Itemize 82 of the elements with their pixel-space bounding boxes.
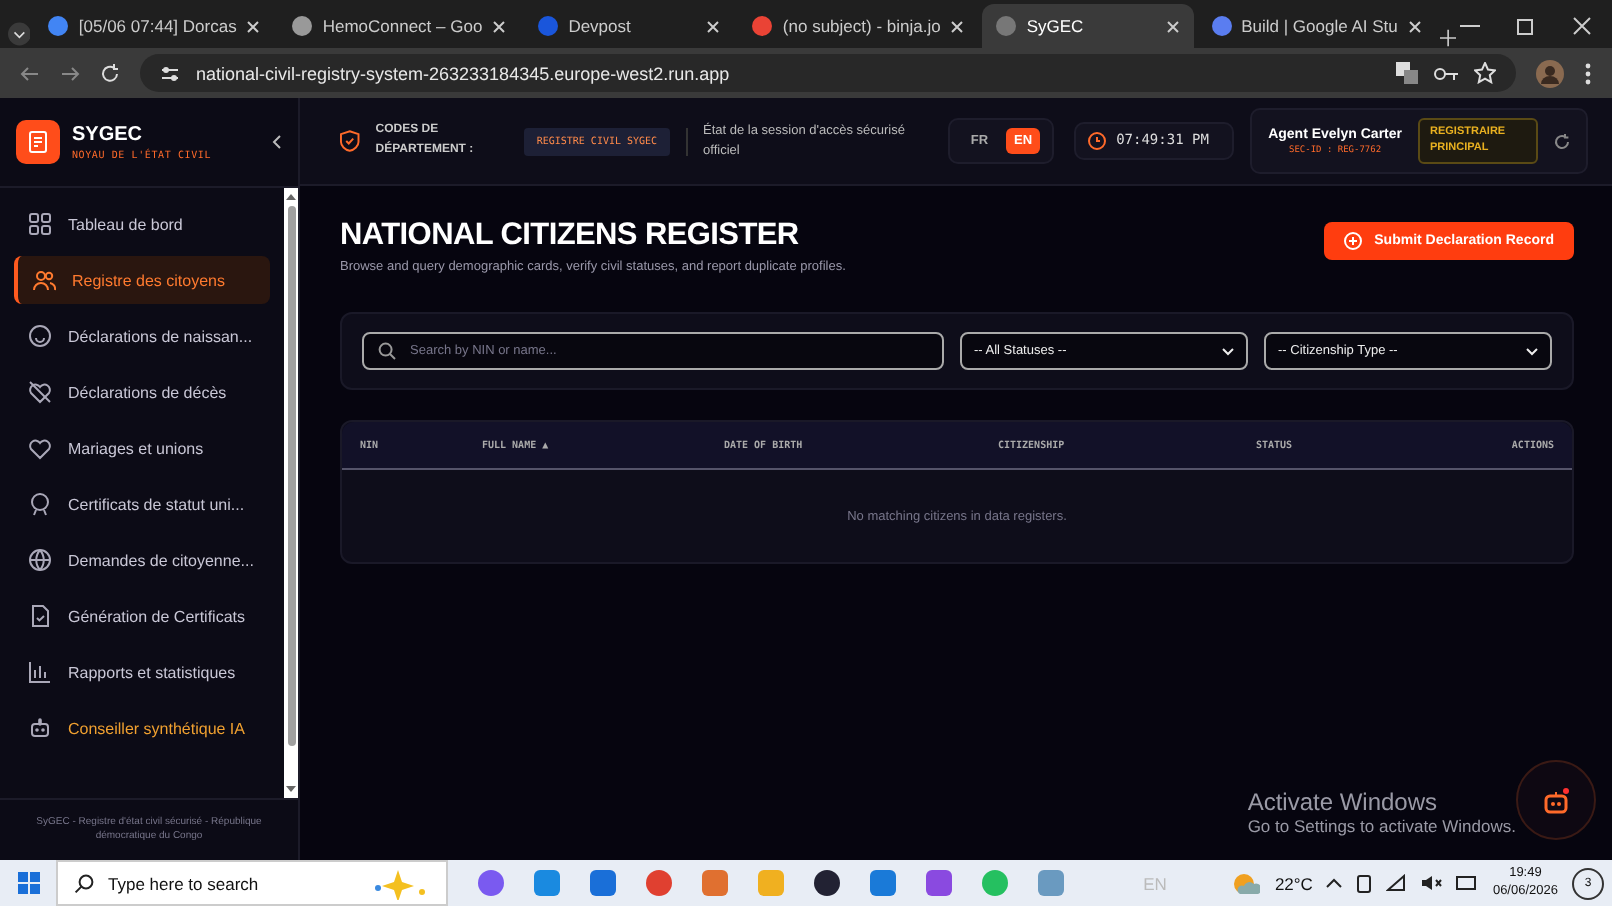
- chevron-down-icon: [1222, 347, 1234, 355]
- people-icon: [32, 268, 56, 292]
- back-icon[interactable]: [20, 63, 40, 83]
- broken-heart-icon: [28, 380, 52, 404]
- bar-chart-icon: [28, 660, 52, 684]
- weather-temperature[interactable]: 22°C: [1274, 873, 1313, 893]
- sidebar-item[interactable]: Génération de Certificats: [14, 592, 270, 640]
- browser-tab[interactable]: Devpost: [524, 4, 735, 48]
- registry-icon: [28, 130, 48, 154]
- sparkle-icon: [370, 867, 430, 899]
- robot-icon: [28, 716, 52, 740]
- page-title: NATIONAL CITIZENS REGISTER: [340, 218, 801, 254]
- activation-title: Activate Windows: [1247, 788, 1440, 816]
- new-tab-icon[interactable]: [1439, 28, 1456, 48]
- sidebar-item[interactable]: Rapports et statistiques: [14, 648, 270, 696]
- browser-tab[interactable]: [05/06 07:44] Dorcas: [34, 4, 275, 48]
- close-icon[interactable]: [246, 19, 261, 33]
- assistant-button[interactable]: [1516, 760, 1596, 840]
- dashboard-icon: [28, 212, 52, 236]
- face-icon: [28, 324, 52, 348]
- sidebar-item[interactable]: Conseiller synthétique IA: [14, 704, 270, 752]
- windows-icon[interactable]: [17, 872, 39, 894]
- shield-icon: [340, 130, 360, 152]
- sidebar-item[interactable]: Registre des citoyens: [14, 256, 270, 304]
- search-icon: [74, 873, 94, 893]
- clock-icon: [1088, 132, 1107, 150]
- site-icon: [996, 16, 1017, 36]
- reload-icon[interactable]: [100, 63, 120, 83]
- search-icon: [378, 342, 396, 360]
- address-bar[interactable]: national-civil-registry-system-263233184345.europe-west2.run.app: [140, 54, 1516, 92]
- site-info-icon[interactable]: [160, 63, 180, 83]
- refresh-icon[interactable]: [1554, 133, 1570, 149]
- more-icon[interactable]: [1584, 61, 1592, 85]
- collapse-icon[interactable]: [270, 134, 282, 150]
- close-icon[interactable]: [1407, 19, 1422, 33]
- sidebar-item[interactable]: Déclarations de naissan...: [14, 312, 270, 360]
- close-icon[interactable]: [1165, 19, 1180, 33]
- sidebar-item[interactable]: Mariages et unions: [14, 424, 270, 472]
- close-icon[interactable]: [492, 19, 507, 33]
- heart-icon: [28, 436, 52, 460]
- forward-icon[interactable]: [60, 63, 80, 83]
- browser-tab[interactable]: (no subject) - binja.jo: [738, 4, 979, 48]
- restore-icon[interactable]: [1516, 16, 1536, 36]
- url-text: national-civil-registry-system-263233184345.europe-west2.run.app: [196, 63, 732, 83]
- sidebar-item[interactable]: Tableau de bord: [14, 200, 270, 248]
- battery-icon[interactable]: [1456, 876, 1479, 890]
- site-icon: [752, 16, 773, 36]
- translate-icon[interactable]: [1396, 62, 1418, 84]
- site-icon: [1211, 16, 1232, 36]
- sidebar-item[interactable]: Certificats de statut uni...: [14, 480, 270, 528]
- app-name: SYGEC: [72, 123, 145, 145]
- chevron-down-icon: [1526, 347, 1538, 355]
- activation-text: Go to Settings to activate Windows.: [1247, 816, 1516, 836]
- site-icon: [292, 16, 313, 36]
- scroll-down-icon[interactable]: [286, 786, 296, 794]
- volume-icon[interactable]: [1420, 874, 1443, 892]
- close-icon[interactable]: [950, 19, 965, 33]
- tab-list-icon[interactable]: [8, 20, 31, 48]
- scrollbar[interactable]: [284, 188, 298, 798]
- close-icon[interactable]: [1572, 16, 1592, 36]
- site-icon: [48, 16, 69, 36]
- device-icon[interactable]: [1356, 873, 1373, 893]
- plus-circle-icon: [1344, 232, 1363, 250]
- close-icon[interactable]: [706, 19, 721, 33]
- avatar-icon[interactable]: [1536, 59, 1564, 87]
- taskbar-search[interactable]: Type here to search: [56, 860, 448, 906]
- sidebar-item[interactable]: Déclarations de décès: [14, 368, 270, 416]
- site-icon: [538, 16, 559, 36]
- sidebar-item[interactable]: Demandes de citoyenne...: [14, 536, 270, 584]
- scroll-up-icon[interactable]: [286, 192, 296, 200]
- network-icon[interactable]: [1386, 874, 1407, 892]
- chevron-up-icon[interactable]: [1326, 878, 1343, 888]
- robot-icon: [1542, 787, 1570, 813]
- browser-tab[interactable]: SyGEC: [982, 4, 1194, 48]
- badge-icon: [28, 492, 52, 516]
- app-icon[interactable]: [812, 868, 842, 898]
- browser-tab[interactable]: HemoConnect – Goo: [278, 4, 521, 48]
- globe-icon: [28, 548, 52, 572]
- key-icon[interactable]: [1434, 65, 1458, 81]
- document-check-icon: [28, 604, 52, 628]
- star-icon[interactable]: [1474, 62, 1496, 84]
- browser-tab[interactable]: Build | Google AI Stu: [1197, 4, 1436, 48]
